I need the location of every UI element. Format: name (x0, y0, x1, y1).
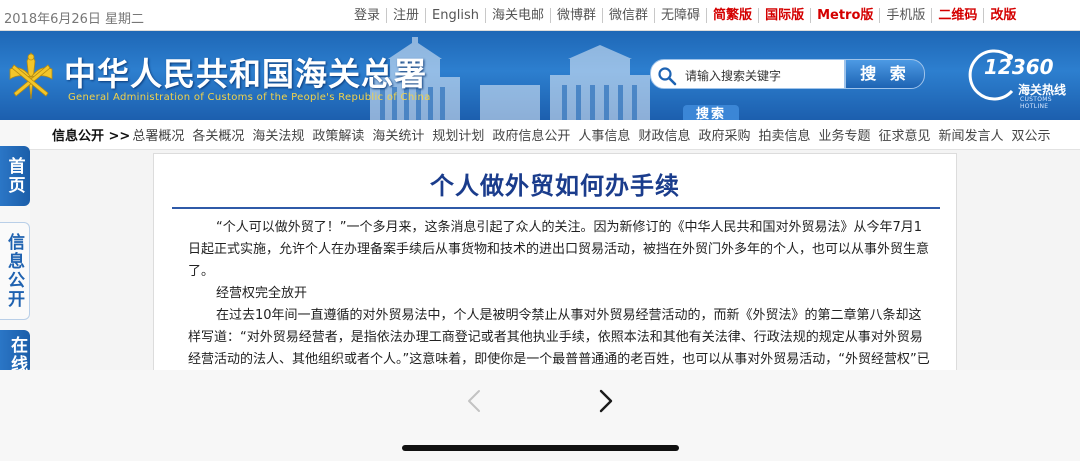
customs-hotline-logo[interactable]: 12360 海关热线 CUSTOMS HOTLINE (962, 45, 1078, 110)
nav-item[interactable]: 政府采购 (698, 125, 750, 144)
hotline-en: CUSTOMS HOTLINE (1020, 96, 1052, 110)
top-link[interactable]: 无障碍 (654, 8, 706, 23)
article-paragraph: “个人可以做外贸了！”一个多月来，这条消息引起了众人的关注。因为新修订的《中华人… (188, 220, 930, 279)
article-subheading: 经营权完全放开 (216, 286, 308, 301)
side-tab-online[interactable]: 在线 (0, 330, 30, 374)
nav-item[interactable]: 人事信息 (578, 125, 630, 144)
side-tab-info[interactable]: 信息公开 (0, 222, 30, 320)
nav-item[interactable]: 政策解读 (312, 125, 364, 144)
search-placeholder: 请输入搜索关键字 (685, 69, 782, 83)
nav-item[interactable]: 政府信息公开 (492, 125, 570, 144)
search-button[interactable]: 搜 索 (845, 59, 925, 89)
nav-item[interactable]: 双公示 (1012, 125, 1051, 144)
current-date: 2018年6月26日 星期二 (4, 12, 145, 27)
site-title: 中华人民共和国海关总署 (64, 55, 428, 93)
top-links: 登录 注册 English 海关电邮 微博群 微信群 无障碍 简繁版 国际版 Metro版 手机版二… (348, 8, 1022, 23)
top-link[interactable]: English (425, 8, 485, 23)
title-divider (172, 207, 940, 209)
nav-item[interactable]: 业务专题 (818, 125, 870, 144)
search-input[interactable]: 请输入搜索关键字 (650, 59, 845, 89)
nav-section-label: 信息公开 >> (52, 129, 131, 144)
forward-chevron-icon[interactable] (592, 388, 618, 414)
home-indicator[interactable] (402, 445, 679, 451)
top-link[interactable]: 简繁版 (706, 8, 758, 23)
nav-item[interactable]: 新闻发言人 (939, 125, 1004, 144)
top-link[interactable]: 微博群 (550, 8, 602, 23)
top-utility-bar: 2018年6月26日 星期二 登录 注册 English 海关电邮 微博群 微信群 无障碍简… (0, 0, 1080, 31)
browser-viewport: 2018年6月26日 星期二 登录 注册 English 海关电邮 微博群 微信群 无障碍简… (0, 0, 1080, 461)
top-link[interactable]: 海关电邮 (484, 8, 550, 23)
nav-item[interactable]: 总署概况 (132, 125, 184, 144)
nav-item[interactable]: 财政信息 (638, 125, 690, 144)
top-link[interactable]: 国际版 (758, 8, 810, 23)
nav-item[interactable]: 各关概况 (192, 125, 244, 144)
top-link[interactable]: 二维码 (931, 8, 983, 23)
side-tabs: 首页 信息公开 在线 (0, 140, 30, 374)
top-link[interactable]: 登录 (348, 8, 386, 23)
side-tab-home[interactable]: 首页 (0, 146, 30, 206)
top-link[interactable]: 微信群 (602, 8, 654, 23)
site-subtitle: General Administration of Customs of the… (68, 92, 431, 103)
article-paragraph: 在过去10年间一直遵循的对外贸易法中，个人是被明令禁止从事对外贸易经营活动的，而… (188, 308, 930, 367)
search-sub-tab[interactable]: 搜索 (683, 105, 739, 120)
nav-items: 总署概况 各关概况 海关法规 政策解读 海关统计 规划计划 政府信息公开 人事信息 财政信息 政府… (132, 125, 1058, 144)
nav-item[interactable]: 海关法规 (252, 125, 304, 144)
info-nav-bar: 信息公开 >> 总署概况 各关概况 海关法规 政策解读 海关统计 规划计划 政府信息公开 人事… (30, 120, 1080, 150)
nav-item[interactable]: 海关统计 (372, 125, 424, 144)
article-title: 个人做外贸如何办手续 (430, 172, 680, 200)
nav-item[interactable]: 规划计划 (432, 125, 484, 144)
search-icon (658, 67, 677, 86)
article-panel: 个人做外贸如何办手续 “个人可以做外贸了！”一个多月来，这条消息引起了众人的关注… (153, 153, 957, 370)
article-body: “个人可以做外贸了！”一个多月来，这条消息引起了众人的关注。因为新修订的《中华人… (188, 217, 934, 370)
top-link[interactable]: 手机版 (879, 8, 931, 23)
hotline-number: 12360 (984, 55, 1054, 79)
top-link[interactable]: 改版 (983, 8, 1022, 23)
top-link[interactable]: Metro版 (810, 8, 879, 23)
back-chevron-icon[interactable] (462, 388, 488, 414)
nav-item[interactable]: 征求意见 (879, 125, 931, 144)
nav-item[interactable]: 拍卖信息 (758, 125, 810, 144)
customs-emblem-icon (9, 52, 53, 100)
site-banner: 中华人民共和国海关总署 General Administration of Cu… (0, 31, 1080, 120)
browser-toolbar (0, 370, 1080, 461)
top-link[interactable]: 注册 (386, 8, 425, 23)
